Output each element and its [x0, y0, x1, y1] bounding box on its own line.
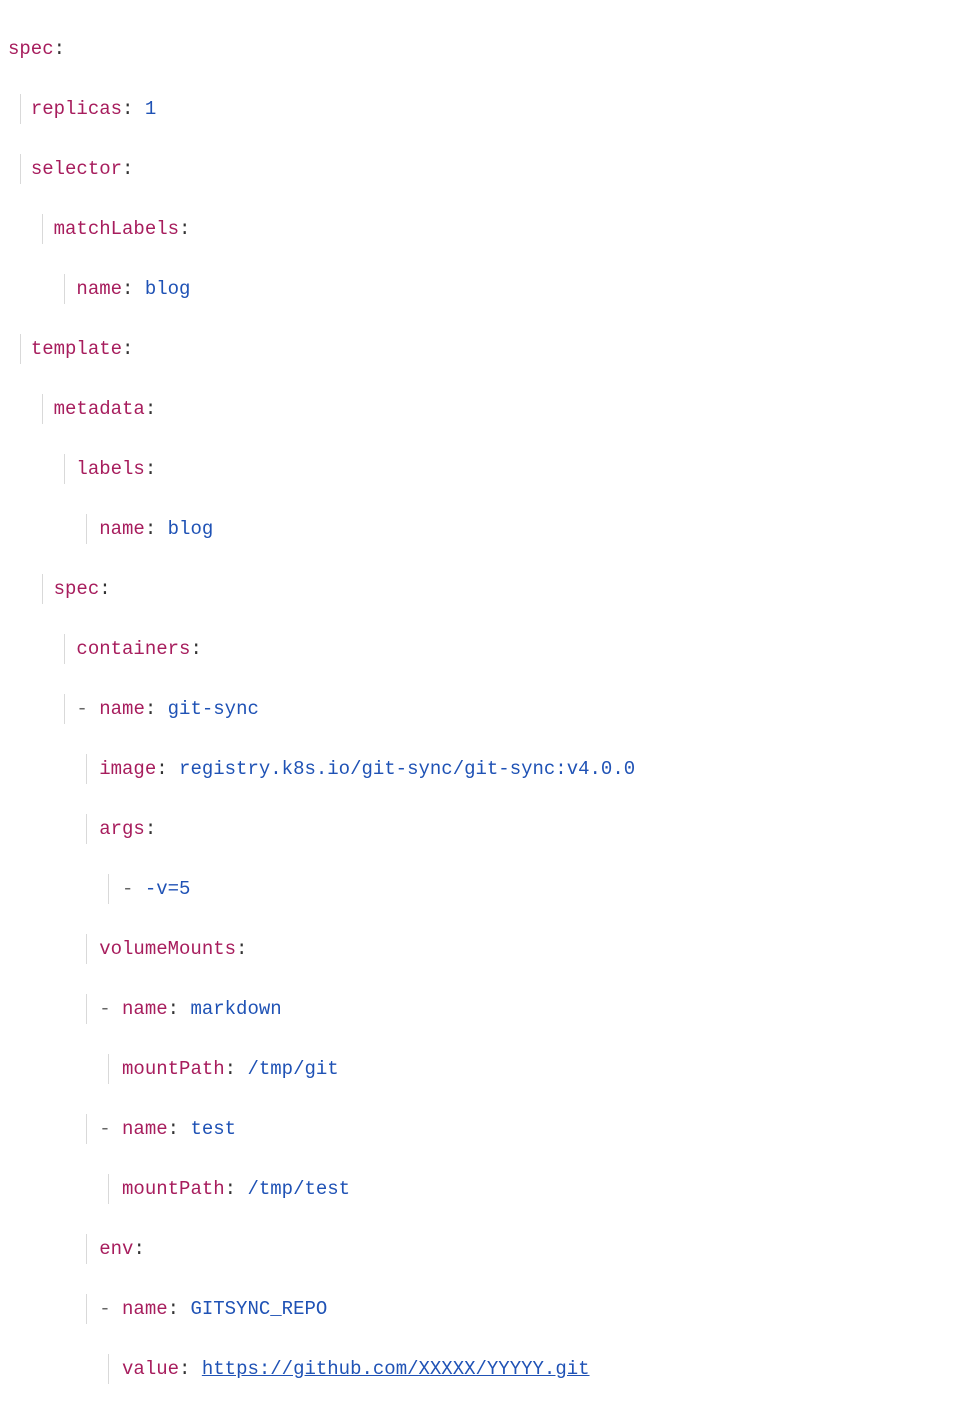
code-line: volumeMounts: — [8, 934, 954, 964]
dash-icon: - — [99, 998, 110, 1020]
yaml-value: markdown — [190, 998, 281, 1020]
yaml-key: mountPath — [122, 1178, 225, 1200]
yaml-key: spec — [8, 38, 54, 60]
code-line: matchLabels: — [8, 214, 954, 244]
code-line: - name: git-sync — [8, 694, 954, 724]
yaml-value: registry.k8s.io/git-sync/git-sync:v4.0.0 — [179, 758, 635, 780]
yaml-value-url: https://github.com/XXXXX/YYYYY.git — [202, 1358, 590, 1380]
yaml-key: selector — [31, 158, 122, 180]
yaml-value: -v=5 — [145, 878, 191, 900]
code-line: value: https://github.com/XXXXX/YYYYY.gi… — [8, 1354, 954, 1384]
yaml-value: /tmp/git — [247, 1058, 338, 1080]
yaml-key: name — [122, 1298, 168, 1320]
code-line: args: — [8, 814, 954, 844]
code-line: - name: test — [8, 1114, 954, 1144]
code-line: mountPath: /tmp/git — [8, 1054, 954, 1084]
dash-icon: - — [76, 698, 87, 720]
yaml-value: test — [190, 1118, 236, 1140]
code-line: name: blog — [8, 514, 954, 544]
yaml-value: blog — [145, 278, 191, 300]
yaml-key: name — [76, 278, 122, 300]
yaml-key: replicas — [31, 98, 122, 120]
yaml-key: metadata — [54, 398, 145, 420]
code-line: - -v=5 — [8, 874, 954, 904]
yaml-value: 1 — [145, 98, 156, 120]
code-line: selector: — [8, 154, 954, 184]
code-line: containers: — [8, 634, 954, 664]
code-line: image: registry.k8s.io/git-sync/git-sync… — [8, 754, 954, 784]
code-line: spec: — [8, 574, 954, 604]
code-line: labels: — [8, 454, 954, 484]
yaml-key: value — [122, 1358, 179, 1380]
yaml-value: git-sync — [168, 698, 259, 720]
dash-icon: - — [99, 1118, 110, 1140]
code-line: name: blog — [8, 274, 954, 304]
code-line: mountPath: /tmp/test — [8, 1174, 954, 1204]
code-line: spec: — [8, 34, 954, 64]
yaml-key: containers — [76, 638, 190, 660]
yaml-code-block: spec: replicas: 1 selector: matchLabels:… — [8, 4, 954, 1414]
yaml-key: volumeMounts — [99, 938, 236, 960]
yaml-value: /tmp/test — [247, 1178, 350, 1200]
yaml-key: image — [99, 758, 156, 780]
yaml-key: env — [99, 1238, 133, 1260]
code-line: - name: markdown — [8, 994, 954, 1024]
yaml-key: name — [122, 1118, 168, 1140]
code-line: - name: GITSYNC_REPO — [8, 1294, 954, 1324]
yaml-key: spec — [54, 578, 100, 600]
code-line: metadata: — [8, 394, 954, 424]
colon: : — [54, 38, 65, 60]
yaml-key: args — [99, 818, 145, 840]
code-line: template: — [8, 334, 954, 364]
yaml-value: blog — [168, 518, 214, 540]
yaml-key: mountPath — [122, 1058, 225, 1080]
dash-icon: - — [122, 878, 133, 900]
yaml-key: matchLabels — [54, 218, 179, 240]
yaml-key: template — [31, 338, 122, 360]
code-line: env: — [8, 1234, 954, 1264]
yaml-key: labels — [76, 458, 144, 480]
yaml-key: name — [99, 698, 145, 720]
yaml-key: name — [99, 518, 145, 540]
yaml-value: GITSYNC_REPO — [190, 1298, 327, 1320]
code-line: replicas: 1 — [8, 94, 954, 124]
yaml-key: name — [122, 998, 168, 1020]
dash-icon: - — [99, 1298, 110, 1320]
